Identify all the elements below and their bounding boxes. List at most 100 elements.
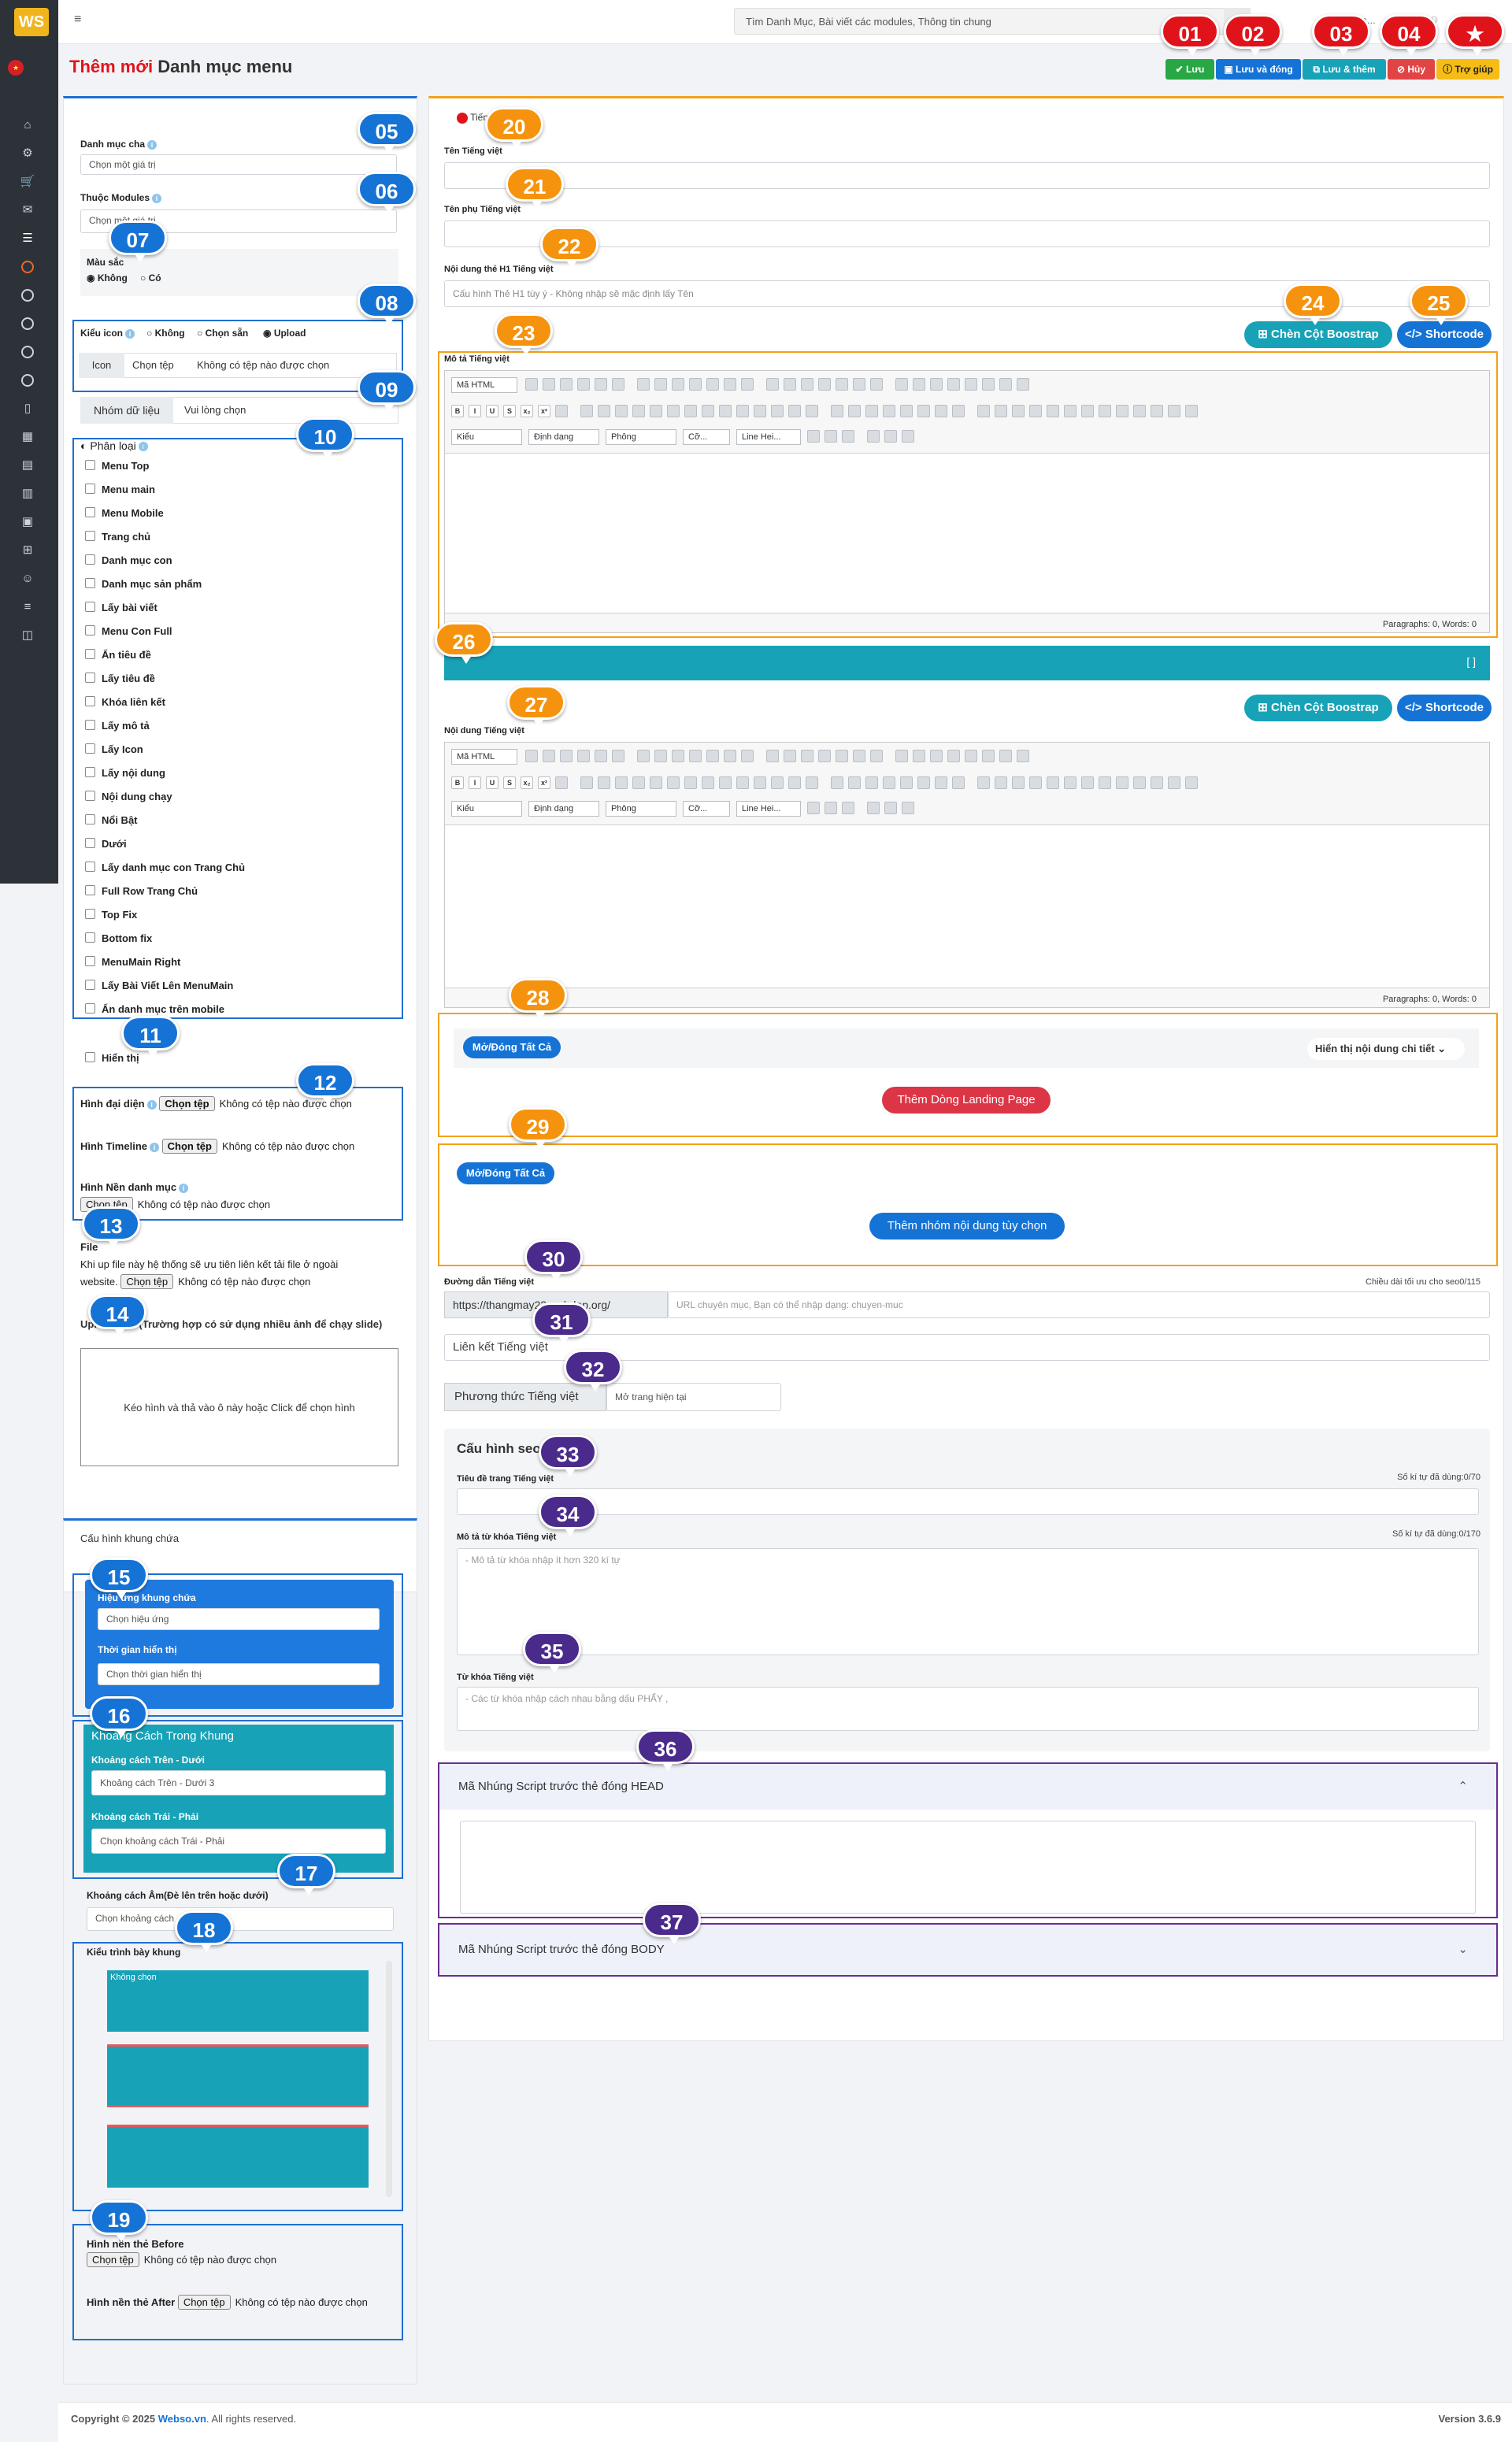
mail-icon[interactable]: ✉ [19, 202, 36, 219]
display-checkbox[interactable]: Hiển thị [85, 1052, 139, 1064]
category-checkbox[interactable]: Nổi Bật [85, 814, 138, 826]
category-checkbox[interactable]: Danh mục sản phẩm [85, 578, 202, 590]
editor-tool-icon[interactable]: x² [538, 776, 550, 789]
save-add-button[interactable]: ⧉ Lưu & thêm [1303, 59, 1386, 80]
editor-tool-icon[interactable] [771, 405, 784, 417]
editor-tool-icon[interactable] [654, 750, 667, 762]
editor-tool-icon[interactable] [525, 750, 538, 762]
editor-select[interactable]: Kiểu [451, 801, 522, 817]
detail-select[interactable]: Hiển thị nội dung chi tiết ⌄ [1307, 1038, 1465, 1060]
subname-input[interactable] [444, 220, 1490, 247]
editor-tool-icon[interactable] [917, 405, 930, 417]
editor-tool-icon[interactable] [577, 750, 590, 762]
head-script-header[interactable]: Mã Nhúng Script trước thẻ đóng HEAD ⌃ [439, 1764, 1496, 1810]
editor-select[interactable]: Phông [606, 429, 676, 445]
editor-tool-icon[interactable] [560, 378, 573, 391]
map-icon[interactable]: ◫ [19, 627, 36, 644]
toggle-all-button[interactable]: Mở/Đóng Tất Cả [457, 1162, 554, 1184]
help-button[interactable]: ⓘ Trợ giúp [1436, 59, 1499, 80]
editor-tool-icon[interactable] [724, 750, 736, 762]
editor-tool-icon[interactable] [1081, 405, 1094, 417]
editor-tool-icon[interactable] [612, 378, 624, 391]
editor-tool-icon[interactable] [632, 405, 645, 417]
category-checkbox[interactable]: Lấy bài viết [85, 602, 158, 613]
editor-tool-icon[interactable] [1017, 750, 1029, 762]
circle-icon[interactable] [21, 261, 34, 273]
editor-tool-icon[interactable] [1185, 405, 1198, 417]
editor-tool-icon[interactable]: B [451, 776, 464, 789]
editor-tool-icon[interactable] [965, 378, 977, 391]
seo-desc-textarea[interactable]: - Mô tả từ khóa nhập ít hơn 320 kí tự [457, 1548, 1479, 1655]
editor-tool-icon[interactable] [1047, 776, 1059, 789]
editor-tool-icon[interactable] [1116, 405, 1128, 417]
editor-tool-icon[interactable] [667, 405, 680, 417]
editor-tool-icon[interactable] [741, 750, 754, 762]
editor-tool-icon[interactable]: S [503, 405, 516, 417]
editor-tool-icon[interactable] [806, 776, 818, 789]
category-checkbox[interactable]: Dưới [85, 838, 127, 850]
category-checkbox[interactable]: Lấy danh mục con Trang Chủ [85, 862, 245, 873]
editor-tool-icon[interactable] [935, 405, 947, 417]
seo-page-title-input[interactable] [457, 1488, 1479, 1515]
editor-tool-icon[interactable] [632, 776, 645, 789]
choose-file-button[interactable]: Chọn tệp [161, 1139, 217, 1154]
layout-scrollbar[interactable] [386, 1961, 392, 2197]
category-checkbox[interactable]: Lấy mô tả [85, 720, 150, 732]
icon-choose-file-button[interactable]: Chọn tệp [132, 353, 174, 378]
editor-tool-icon[interactable] [825, 802, 837, 814]
editor-tool-icon[interactable] [935, 776, 947, 789]
editor-tool-icon[interactable] [684, 776, 697, 789]
editor-tool-icon[interactable] [853, 378, 865, 391]
editor-tool-icon[interactable] [719, 776, 732, 789]
editor-tool-icon[interactable] [947, 750, 960, 762]
editor-tool-icon[interactable] [902, 802, 914, 814]
editor-tool-icon[interactable] [870, 750, 883, 762]
editor-tool-icon[interactable] [1012, 405, 1025, 417]
category-checkbox[interactable]: Lấy tiêu đề [85, 673, 155, 684]
choose-file-button[interactable]: Chọn tệp [177, 2295, 231, 2310]
editor-tool-icon[interactable] [525, 378, 538, 391]
category-checkbox[interactable]: Full Row Trang Chủ [85, 885, 198, 897]
editor-tool-icon[interactable] [917, 776, 930, 789]
editor-tool-icon[interactable] [598, 776, 610, 789]
editor-tool-icon[interactable] [977, 776, 990, 789]
category-checkbox[interactable]: Ẩn tiêu đề [85, 649, 151, 661]
editor-tool-icon[interactable] [884, 802, 897, 814]
body-script-header[interactable]: Mã Nhúng Script trước thẻ đóng BODY ⌄ [439, 1925, 1496, 1975]
head-script-textarea[interactable] [460, 1821, 1476, 1914]
category-checkbox[interactable]: Trang chủ [85, 531, 150, 543]
editor-tool-icon[interactable] [883, 405, 895, 417]
editor-tool-icon[interactable] [1017, 378, 1029, 391]
editor-tool-icon[interactable] [870, 378, 883, 391]
editor-tool-icon[interactable]: I [469, 405, 481, 417]
editor-tool-icon[interactable] [615, 776, 628, 789]
document-icon[interactable]: ▥ [19, 485, 36, 502]
negative-select[interactable]: Chọn khoảng cách [87, 1907, 394, 1931]
editor-select[interactable]: Kiểu [451, 429, 522, 445]
editor-tool-icon[interactable] [689, 378, 702, 391]
editor-tool-icon[interactable]: U [486, 405, 498, 417]
cancel-button[interactable]: ⊘ Hủy [1388, 59, 1435, 80]
icon-tab[interactable]: Icon [79, 353, 124, 378]
category-checkbox[interactable]: Menu Top [85, 460, 149, 472]
category-checkbox[interactable]: Lấy nội dung [85, 767, 165, 779]
seo-keyword-textarea[interactable]: - Các từ khóa nhập cách nhau bằng dấu PH… [457, 1687, 1479, 1731]
teal-bar[interactable]: [ ] [444, 646, 1490, 680]
color-option-yes[interactable]: ○ Có [140, 272, 161, 283]
image-dropzone[interactable]: Kéo hình và thả vào ô này hoặc Click để … [80, 1348, 398, 1466]
editor-tool-icon[interactable] [672, 378, 684, 391]
editor-tool-icon[interactable] [982, 750, 995, 762]
category-checkbox[interactable]: Nội dung chạy [85, 791, 172, 802]
content-editor[interactable]: Mã HTML B I U Sx₂ x² Kiểu Định dạng Phông Cỡ... Li… [444, 742, 1490, 1008]
editor-tool-icon[interactable] [766, 750, 779, 762]
editor-tool-icon[interactable] [577, 378, 590, 391]
editor-select[interactable]: Định dạng [528, 429, 599, 445]
editor-tool-icon[interactable]: B [451, 405, 464, 417]
choose-file-button[interactable]: Chọn tệp [120, 1274, 174, 1289]
editor-tool-icon[interactable] [736, 776, 749, 789]
editor-tool-icon[interactable] [1168, 405, 1180, 417]
category-checkbox[interactable]: Top Fix [85, 909, 137, 921]
editor-tool-icon[interactable] [1064, 405, 1077, 417]
editor-tool-icon[interactable] [654, 378, 667, 391]
editor-tool-icon[interactable] [831, 405, 843, 417]
